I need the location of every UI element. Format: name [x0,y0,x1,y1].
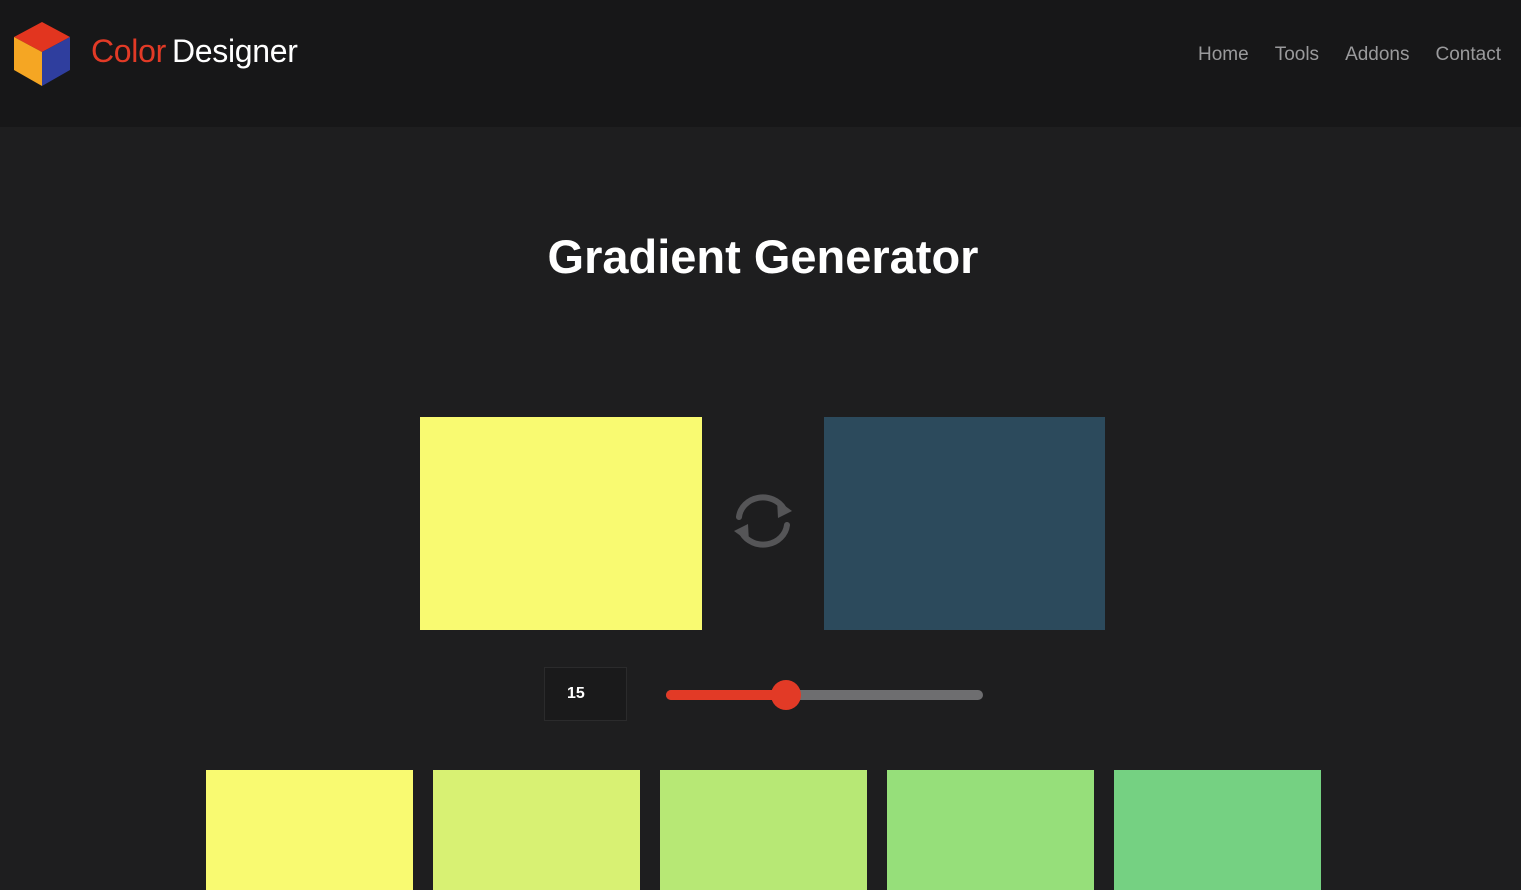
gradient-swatch[interactable] [206,770,413,890]
end-color-picker[interactable] [824,417,1105,630]
brand-name: Color Designer [91,35,298,67]
nav-home-link[interactable]: Home [1198,42,1249,68]
steps-count-input[interactable] [544,667,627,721]
gradient-swatches [206,770,1341,890]
slider-thumb[interactable] [771,680,802,710]
brand-logo-link[interactable]: Color Designer [12,20,298,88]
nav-tools-link[interactable]: Tools [1275,42,1319,68]
refresh-icon [730,491,796,556]
cube-logo-icon [12,20,72,88]
steps-slider[interactable] [666,680,983,710]
nav-contact-link[interactable]: Contact [1436,42,1501,68]
brand-name-color: Color [91,33,166,69]
brand-name-designer: Designer [171,33,298,69]
top-navbar: Color Designer Home Tools Addons Contact [0,0,1521,127]
gradient-swatch[interactable] [433,770,640,890]
swap-colors-button[interactable] [730,493,796,553]
main-nav: Home Tools Addons Contact [1198,42,1501,68]
nav-addons-link[interactable]: Addons [1345,42,1409,68]
gradient-swatch[interactable] [1114,770,1321,890]
slider-fill [666,690,787,700]
gradient-swatch[interactable] [887,770,1094,890]
page-title: Gradient Generator [547,230,979,283]
start-color-picker[interactable] [420,417,702,630]
gradient-swatch[interactable] [660,770,867,890]
